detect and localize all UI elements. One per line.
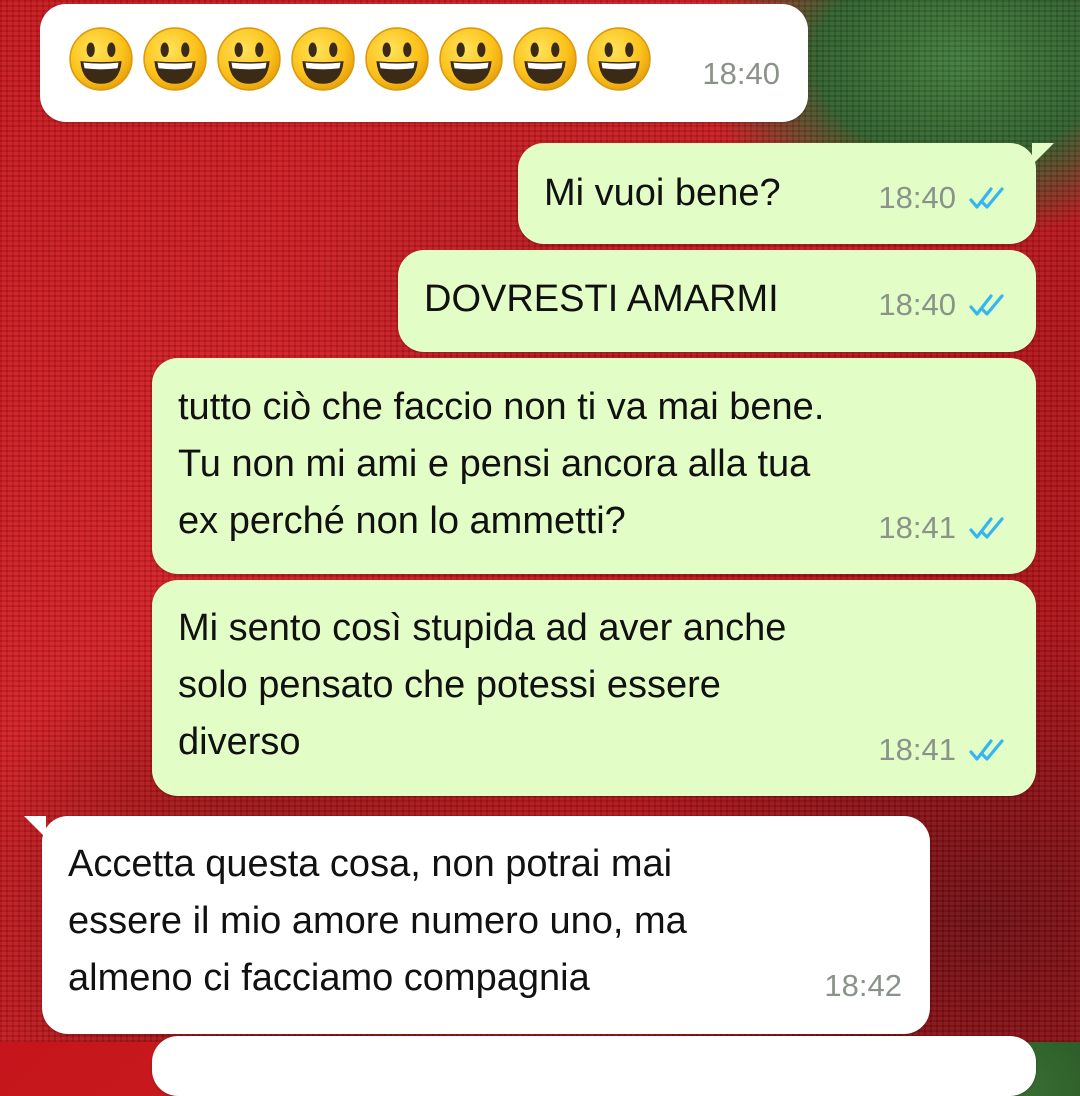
- message-text: Mi vuoi bene?: [544, 172, 781, 214]
- message-meta: 18:42: [824, 957, 902, 1014]
- outgoing-message[interactable]: Mi vuoi bene? 18:40: [518, 143, 1054, 244]
- message-meta: 18:40: [702, 45, 780, 102]
- message-meta: 18:40: [878, 169, 1012, 226]
- grinning-face-emoji-icon: [512, 26, 578, 92]
- message-text: tutto ciò che faccio non ti va mai bene.…: [178, 386, 825, 542]
- double-check-icon: [968, 292, 1012, 318]
- grinning-face-emoji-icon: [586, 26, 652, 92]
- grinning-face-emoji-icon: [290, 26, 356, 92]
- message-time: 18:40: [878, 180, 956, 215]
- next-message-partial[interactable]: [152, 1036, 1036, 1096]
- message-time: 18:42: [824, 968, 902, 1003]
- message-time: 18:41: [878, 732, 956, 767]
- grinning-face-emoji-icon: [216, 26, 282, 92]
- message-text: Accetta questa cosa, non potrai mai esse…: [68, 843, 687, 999]
- message-meta: 18:41: [878, 499, 1012, 556]
- double-check-icon: [968, 737, 1012, 763]
- grinning-face-emoji-icon: [142, 26, 208, 92]
- outgoing-message[interactable]: tutto ciò che faccio non ti va mai bene.…: [152, 358, 1036, 574]
- incoming-message[interactable]: 18:40: [40, 4, 808, 122]
- grinning-face-emoji-icon: [438, 26, 504, 92]
- double-check-icon: [968, 515, 1012, 541]
- message-time: 18:40: [702, 56, 780, 91]
- outgoing-message[interactable]: DOVRESTI AMARMI 18:40: [398, 250, 1036, 352]
- outgoing-message[interactable]: Mi sento così stupida ad aver anche solo…: [152, 580, 1036, 796]
- message-meta: 18:40: [878, 276, 1012, 333]
- message-time: 18:41: [878, 510, 956, 545]
- emoji-row: [68, 26, 652, 92]
- message-meta: 18:41: [878, 721, 1012, 778]
- chat-area[interactable]: 18:40 Mi vuoi bene? 18:40 DOVRESTI AMARM…: [0, 0, 1080, 1096]
- double-check-icon: [968, 185, 1012, 211]
- message-time: 18:40: [878, 287, 956, 322]
- grinning-face-emoji-icon: [364, 26, 430, 92]
- incoming-message[interactable]: Accetta questa cosa, non potrai mai esse…: [24, 816, 930, 1034]
- grinning-face-emoji-icon: [68, 26, 134, 92]
- message-text: Mi sento così stupida ad aver anche solo…: [178, 607, 787, 763]
- message-text: DOVRESTI AMARMI: [424, 278, 779, 320]
